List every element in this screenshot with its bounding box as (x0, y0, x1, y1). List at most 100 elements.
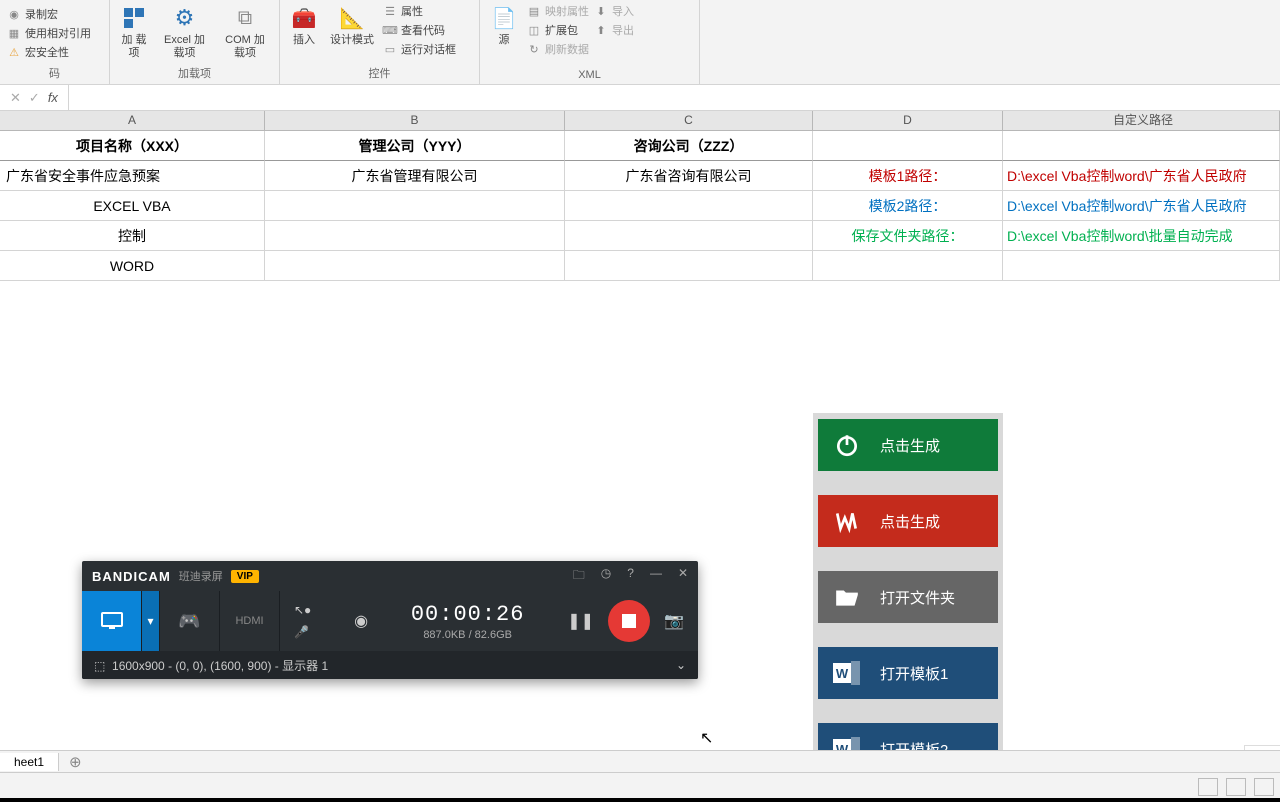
btn-generate-1[interactable]: 点击生成 (818, 419, 998, 471)
cell-tpl2-path-label[interactable]: 模板2路径： (813, 191, 1003, 221)
view-normal[interactable] (1198, 778, 1218, 796)
cell-tpl1-path-label[interactable]: 模板1路径： (813, 161, 1003, 191)
cmd-record-macro[interactable]: ◉录制宏 (6, 5, 58, 23)
spreadsheet-grid[interactable]: 项目名称（XXX） 管理公司（YYY） 咨询公司（ZZZ） 广东省安全事件应急预… (0, 131, 1280, 753)
cmd-export: ⬆导出 (593, 21, 634, 39)
cell-save-path-label[interactable]: 保存文件夹路径： (813, 221, 1003, 251)
vip-badge: VIP (231, 570, 259, 583)
cancel-icon[interactable]: ✕ (10, 90, 21, 106)
mode-game[interactable]: 🎮 (160, 591, 220, 651)
xml-icon: 📄 (490, 4, 518, 32)
cell-tpl1-path[interactable]: D:\excel Vba控制word\广东省人民政府 (1003, 161, 1280, 191)
cell-tpl2-path[interactable]: D:\excel Vba控制word\广东省人民政府 (1003, 191, 1280, 221)
cmd-properties[interactable]: ☰属性 (382, 2, 456, 20)
crop-icon: ⬚ (94, 659, 105, 673)
mode-screen[interactable] (82, 591, 142, 651)
status-bar (0, 772, 1280, 800)
warning-icon: ⚠ (6, 44, 22, 60)
view-page-layout[interactable] (1226, 778, 1246, 796)
grid-icon: ▦ (6, 25, 22, 41)
taskbar (0, 798, 1280, 802)
btn-excel-addins[interactable]: ⚙Excel 加载项 (156, 2, 213, 62)
bandicam-titlebar[interactable]: BANDICAM 班迪录屏 VIP 🗀 ◷ ? — ✕ (82, 561, 698, 591)
mode-screen-dropdown[interactable]: ▾ (142, 591, 160, 651)
btn-com-addins[interactable]: ⧉COM 加载项 (217, 2, 273, 62)
mic-icon[interactable]: 🎤 (294, 625, 311, 639)
props-icon: ☰ (382, 3, 398, 19)
formula-bar: ✕ ✓ fx (0, 85, 1280, 111)
cell[interactable]: 控制 (0, 221, 265, 251)
col-D[interactable]: D (813, 111, 1003, 130)
bandicam-logo: BANDICAM (92, 569, 171, 584)
cell-save-path[interactable]: D:\excel Vba控制word\批量自动完成 (1003, 221, 1280, 251)
clock-icon[interactable]: ◷ (601, 566, 611, 587)
refresh-icon: ↻ (526, 41, 542, 57)
view-page-break[interactable] (1254, 778, 1274, 796)
cell[interactable] (265, 251, 565, 281)
word-icon: W (832, 658, 862, 688)
hdr-e[interactable] (1003, 131, 1280, 161)
add-sheet-button[interactable]: ⊕ (59, 753, 92, 771)
cell[interactable] (565, 221, 813, 251)
col-A[interactable]: A (0, 111, 265, 130)
enter-icon[interactable]: ✓ (29, 90, 40, 106)
table-row: 控制 保存文件夹路径： D:\excel Vba控制word\批量自动完成 (0, 221, 1280, 251)
hdr-project[interactable]: 项目名称（XXX） (0, 131, 265, 161)
com-icon: ⧉ (231, 4, 259, 32)
cell[interactable]: EXCEL VBA (0, 191, 265, 221)
cmd-map-props: ▤映射属性 (526, 2, 589, 20)
hdr-consult[interactable]: 咨询公司（ZZZ） (565, 131, 813, 161)
export-icon: ⬆ (593, 22, 609, 38)
cell[interactable]: 广东省管理有限公司 (265, 161, 565, 191)
gear-icon: ⚙ (171, 4, 199, 32)
cmd-relative-ref[interactable]: ▦使用相对引用 (6, 24, 91, 42)
group-label-xml: XML (486, 68, 693, 82)
help-icon[interactable]: ? (627, 566, 634, 587)
pause-button[interactable]: ❚❚ (567, 611, 594, 631)
btn-generate-2[interactable]: 点击生成 (818, 495, 998, 547)
btn-open-folder[interactable]: 打开文件夹 (818, 571, 998, 623)
cell[interactable]: 广东省安全事件应急预案 (0, 161, 265, 191)
cell[interactable] (265, 191, 565, 221)
btn-xml-source[interactable]: 📄源 (486, 2, 522, 49)
record-stop-button[interactable] (608, 600, 650, 642)
screenshot-button[interactable]: 📷 (664, 611, 684, 631)
cmd-import: ⬇导入 (593, 2, 634, 20)
cell[interactable] (565, 191, 813, 221)
webcam-icon[interactable]: ◉ (354, 611, 368, 631)
column-headers: A B C D 自定义路径 (0, 111, 1280, 131)
toolbox-icon: 🧰 (290, 4, 318, 32)
cell[interactable] (265, 221, 565, 251)
cell[interactable] (1003, 251, 1280, 281)
import-icon: ⬇ (593, 3, 609, 19)
col-B[interactable]: B (265, 111, 565, 130)
cell[interactable]: 广东省咨询有限公司 (565, 161, 813, 191)
cell[interactable] (813, 251, 1003, 281)
btn-addins[interactable]: 加 载项 (116, 2, 152, 62)
btn-insert-control[interactable]: 🧰插入 (286, 2, 322, 49)
btn-open-template-2[interactable]: W 打开模板2 (818, 723, 998, 753)
col-C[interactable]: C (565, 111, 813, 130)
btn-design-mode[interactable]: 📐设计模式 (326, 2, 378, 49)
bandicam-recorder[interactable]: BANDICAM 班迪录屏 VIP 🗀 ◷ ? — ✕ ▾ 🎮 HDMI ↖● … (82, 561, 698, 679)
close-icon[interactable]: ✕ (678, 566, 688, 587)
cmd-run-dialog[interactable]: ▭运行对话框 (382, 40, 456, 58)
chevron-down-icon[interactable]: ⌄ (676, 658, 686, 672)
cmd-view-code[interactable]: ⌨查看代码 (382, 21, 456, 39)
hdr-mgmt[interactable]: 管理公司（YYY） (265, 131, 565, 161)
cmd-ext-pack[interactable]: ◫扩展包 (526, 21, 589, 39)
col-E-label[interactable]: 自定义路径 (1003, 111, 1280, 130)
pkg-icon: ◫ (526, 22, 542, 38)
cmd-macro-security[interactable]: ⚠宏安全性 (6, 43, 69, 61)
mode-device[interactable]: HDMI (220, 591, 280, 651)
hdr-d[interactable] (813, 131, 1003, 161)
cell[interactable] (565, 251, 813, 281)
cell[interactable]: WORD (0, 251, 265, 281)
cursor-rec-icon[interactable]: ↖● (294, 603, 311, 617)
fx-icon[interactable]: fx (48, 90, 58, 105)
minimize-icon[interactable]: — (650, 566, 662, 587)
btn-open-template-1[interactable]: W 打开模板1 (818, 647, 998, 699)
folder-icon[interactable]: 🗀 (573, 566, 585, 587)
sheet-tab[interactable]: heet1 (0, 753, 59, 771)
addin-icon (120, 4, 148, 32)
